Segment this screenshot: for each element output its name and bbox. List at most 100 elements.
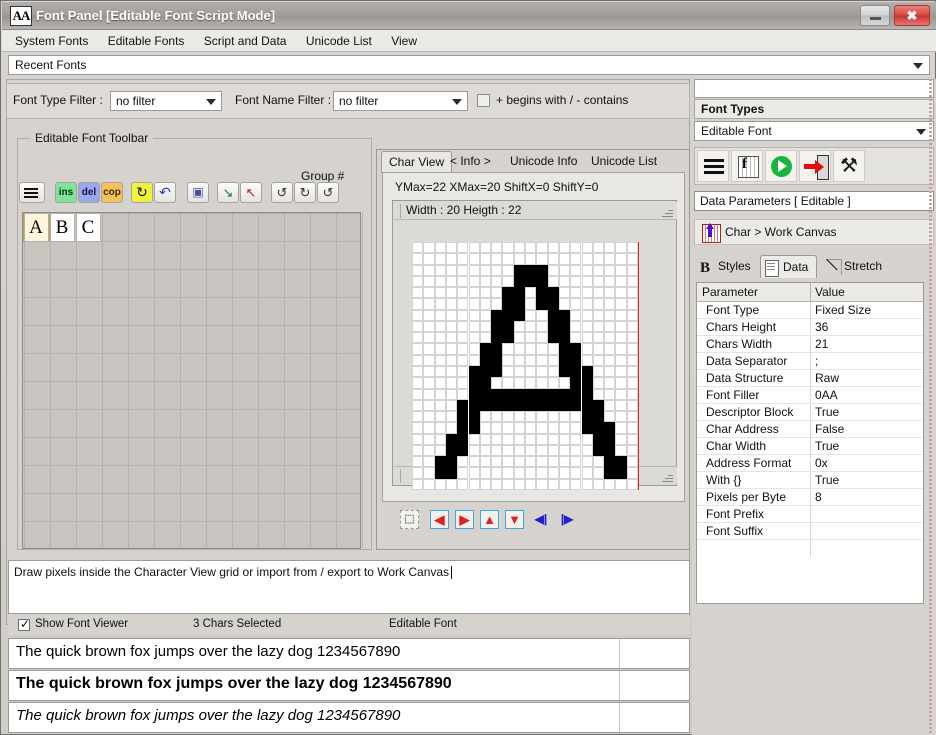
glyph-pixel[interactable] [570,411,582,423]
glyph-pixel[interactable] [592,388,605,400]
glyph-pixel[interactable] [626,433,638,445]
glyph-pixel[interactable] [558,422,571,434]
glyph-pixel[interactable] [547,264,559,276]
glyph-pixel[interactable] [412,332,424,344]
glyph-pixel[interactable] [513,411,525,423]
glyph-pixel[interactable] [491,411,503,423]
table-row[interactable]: Font Prefix [697,506,923,523]
glyph-pixel[interactable] [502,298,514,310]
glyph-pixel[interactable] [536,275,548,288]
glyph-pixel[interactable] [434,478,446,490]
glyph-pixel[interactable] [581,309,593,321]
glyph-pixel[interactable] [525,366,537,378]
glyph-pixel[interactable] [626,377,638,389]
glyph-pixel[interactable] [581,366,593,378]
glyph-pixel[interactable] [558,343,571,355]
glyph-pixel[interactable] [457,478,469,490]
toolbar-rotate3-button[interactable]: ↺ [317,182,339,203]
begins-with-checkbox[interactable] [477,94,490,107]
glyph-pixel[interactable] [615,253,627,265]
glyph-pixel[interactable] [604,422,616,434]
glyph-pixel[interactable] [457,354,469,366]
right-export-button[interactable] [799,150,831,182]
toolbar-insert-button[interactable]: ins [55,182,77,203]
recent-fonts-combo[interactable]: Recent Fonts [8,55,930,75]
glyph-pixel[interactable] [615,275,627,288]
glyph-pixel[interactable] [615,456,627,468]
tab-stretch[interactable]: Stretch [822,255,890,278]
table-row[interactable]: Data Structure Raw [697,370,923,387]
glyph-pixel[interactable] [468,320,480,333]
glyph-pixel[interactable] [434,377,446,389]
glyph-pixel[interactable] [570,478,582,490]
glyph-pixel[interactable] [570,399,582,412]
glyph-pixel[interactable] [434,456,446,468]
glyph-pixel[interactable] [513,309,525,321]
glyph-pixel[interactable] [547,275,559,288]
glyph-pixel[interactable] [558,242,571,254]
glyph-pixel[interactable] [468,456,480,468]
glyph-pixel[interactable] [558,253,571,265]
glyph-pixel[interactable] [423,399,435,412]
glyph-pixel[interactable] [536,242,548,254]
right-list-button[interactable] [697,150,729,182]
glyph-pixel[interactable] [615,467,627,479]
glyph-pixel[interactable] [479,366,492,378]
glyph-pixel[interactable] [547,433,559,445]
glyph-pixel[interactable] [525,275,537,288]
glyph-pixel[interactable] [434,332,446,344]
glyph-pixel[interactable] [570,320,582,333]
glyph-pixel[interactable] [525,354,537,366]
tab-unicode-info[interactable]: Unicode Info [503,152,584,172]
glyph-pixel[interactable] [491,366,503,378]
glyph-pixel[interactable] [536,467,548,479]
glyph-pixel[interactable] [445,253,458,265]
glyph-pixel[interactable] [592,242,605,254]
glyph-pixel[interactable] [513,264,525,276]
hint-textarea[interactable]: Draw pixels inside the Character View gr… [8,560,690,614]
glyph-pixel[interactable] [547,377,559,389]
glyph-pixel[interactable] [445,332,458,344]
glyph-pixel[interactable] [457,433,469,445]
glyph-pixel[interactable] [547,320,559,333]
glyph-pixel[interactable] [592,287,605,299]
table-row[interactable]: Char Width True [697,438,923,455]
glyph-pixel[interactable] [547,253,559,265]
glyph-pixel[interactable] [558,467,571,479]
char-cell-a[interactable]: A [23,213,50,242]
glyph-pixel[interactable] [457,377,469,389]
glyph-pixel[interactable] [468,343,480,355]
glyph-pixel[interactable] [570,388,582,400]
glyph-pixel[interactable] [479,298,492,310]
tab-data[interactable]: Data [760,255,818,278]
glyph-pixel[interactable] [445,354,458,366]
toolbar-redo-button[interactable]: ↻ [131,182,153,203]
glyph-pixel[interactable] [525,422,537,434]
glyph-pixel[interactable] [491,343,503,355]
glyph-pixel[interactable] [570,377,582,389]
glyph-pixel[interactable] [626,287,638,299]
glyph-pixel[interactable] [479,309,492,321]
glyph-pixel[interactable] [445,242,458,254]
glyph-pixel[interactable] [615,264,627,276]
glyph-pixel[interactable] [423,377,435,389]
glyph-pixel[interactable] [581,467,593,479]
glyph-pixel[interactable] [581,242,593,254]
toolbar-export-grid-button[interactable]: ↖ [240,182,262,203]
glyph-pixel[interactable] [604,399,616,412]
glyph-pixel[interactable] [412,444,424,457]
glyph-pixel[interactable] [502,388,514,400]
glyph-pixel[interactable] [434,444,446,457]
glyph-pixel[interactable] [457,343,469,355]
glyph-pixel[interactable] [581,411,593,423]
glyph-pixel[interactable] [604,253,616,265]
glyph-pixel[interactable] [513,253,525,265]
glyph-pixel[interactable] [558,309,571,321]
glyph-pixel[interactable] [626,444,638,457]
glyph-pixel[interactable] [536,388,548,400]
glyph-pixel[interactable] [604,275,616,288]
glyph-pixel[interactable] [423,253,435,265]
glyph-pixel[interactable] [604,377,616,389]
glyph-pixel[interactable] [536,253,548,265]
glyph-pixel[interactable] [592,433,605,445]
